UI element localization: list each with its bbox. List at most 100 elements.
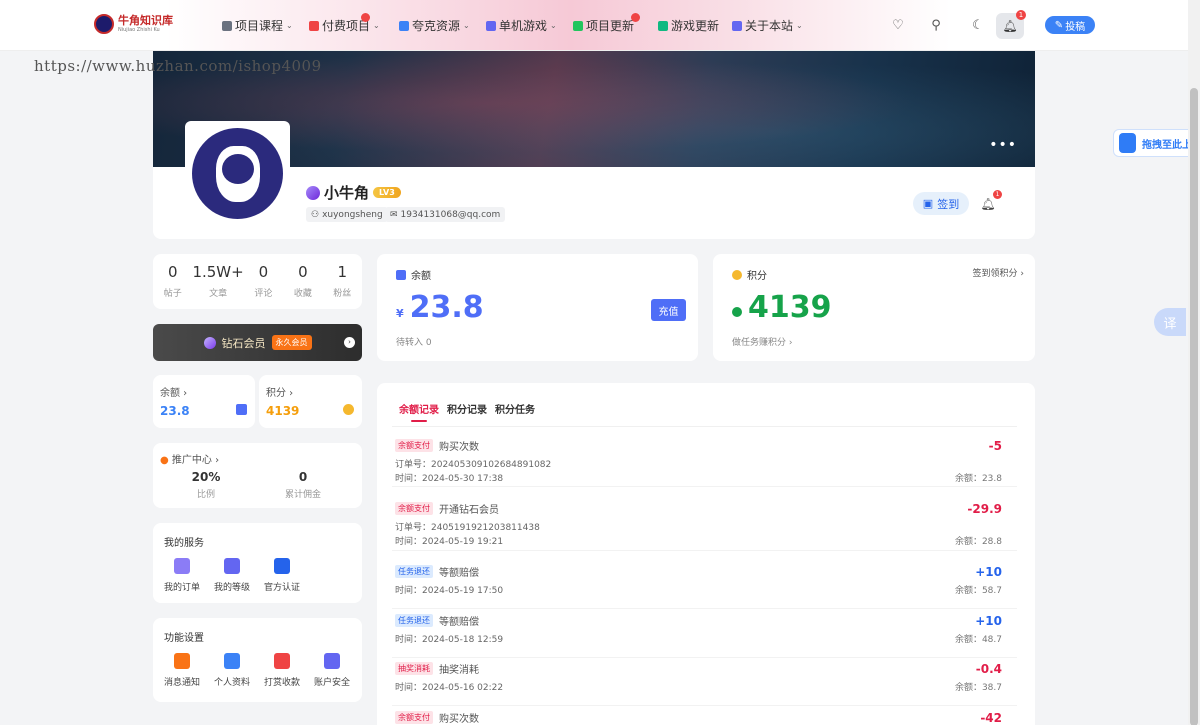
promo-ratio-label: 比例 <box>196 490 215 500</box>
balance-card: 余额 ¥ 23.8 待转入 0 充值 <box>377 254 698 361</box>
record-time: 时间：2024-05-19 19:21 <box>395 537 504 547</box>
nav-item-icon <box>486 20 496 31</box>
chevron-down-icon: ⌄ <box>796 21 803 30</box>
recharge-button[interactable]: 充值 <box>651 299 686 321</box>
record-time: 时间：2024-05-30 17:38 <box>395 474 504 484</box>
mini-balance-card[interactable]: 余额 › 23.8 <box>153 375 255 428</box>
nav-badge <box>360 13 370 22</box>
drag-upload-widget[interactable]: 拖拽至此上传 <box>1113 129 1200 157</box>
nav-item-1[interactable]: 付费项目 ⌄ <box>309 13 380 34</box>
record-amount: -5 <box>988 439 1002 453</box>
records-tab-2[interactable]: 积分任务 <box>495 401 535 416</box>
nav-item-0[interactable]: 项目课程 ⌄ <box>222 17 293 34</box>
record-tag: 余额支付 <box>395 502 433 515</box>
stats-card: 0 帖子 1.5W+ 文章 0 评论 0 收藏 1 粉丝 <box>153 254 362 309</box>
logo-subtitle: Niujiao Zhishi Ku <box>118 27 160 33</box>
scrollbar-thumb[interactable] <box>1190 88 1198 725</box>
records-card: 余额记录 积分记录 积分任务 余额支付 购买次数 -5 订单号：2024053091026… <box>377 383 1035 725</box>
dark-mode-icon[interactable]: ☾ <box>968 15 988 35</box>
mini-balance-value: 23.8 <box>160 404 190 418</box>
profile-name-row: 小牛角 LV3 <box>306 182 401 203</box>
diamond-vip-icon <box>306 185 320 200</box>
services-item-1[interactable]: 我的等级 <box>207 558 257 593</box>
stat-item[interactable]: 0 评论 <box>244 254 283 309</box>
avatar[interactable] <box>185 121 290 226</box>
records-tabs: 余额记录 积分记录 积分任务 <box>399 401 535 422</box>
settings-item-2[interactable]: 打赏收款 <box>257 653 307 688</box>
settings-title: 功能设置 <box>164 633 204 644</box>
vip-label: 钻石会员 <box>221 336 266 350</box>
shield-icon <box>324 653 340 669</box>
wallet-icon <box>236 404 247 415</box>
settings-item-1[interactable]: 个人资料 <box>207 653 257 688</box>
cloud-icon <box>1119 133 1136 153</box>
my-services-card: 我的服务 我的订单 我的等级 官方认证 <box>153 523 362 603</box>
promo-commission: 0 累计佣金 <box>253 470 353 500</box>
settings-item-label: 账户安全 <box>313 678 350 688</box>
mini-points-value: 4139 <box>266 404 300 418</box>
nav-item-label: 夸克资源 <box>412 19 461 33</box>
gift-icon <box>274 653 290 669</box>
nav-item-label: 关于本站 <box>745 19 794 33</box>
sign-in-label: 签到 <box>937 197 960 211</box>
record-row[interactable]: 任务退还 等额赔偿 +10 时间：2024-05-18 12:59 余额：48.7 <box>392 614 1017 658</box>
vip-membership-bar[interactable]: 钻石会员 永久会员 › <box>153 324 362 361</box>
search-icon[interactable]: ⚲ <box>926 15 946 35</box>
settings-item-0[interactable]: 消息通知 <box>157 653 207 688</box>
nav-item-4[interactable]: 项目更新 <box>573 13 641 34</box>
record-row[interactable]: 余额支付 购买次数 -42 <box>392 711 1017 725</box>
chevron-down-icon: ⌄ <box>550 21 557 30</box>
pencil-icon: ✎ <box>1054 19 1064 31</box>
nav-item-5[interactable]: 游戏更新 <box>658 17 719 34</box>
services-item-0[interactable]: 我的订单 <box>157 558 207 593</box>
balance-pending: 待转入 0 <box>396 338 432 348</box>
stat-item[interactable]: 1 粉丝 <box>323 254 362 309</box>
mini-points-label: 积分 › <box>266 388 294 399</box>
stat-item[interactable]: 0 帖子 <box>153 254 192 309</box>
stat-number: 0 <box>167 263 178 281</box>
theme-hint-icon[interactable]: ♡ <box>888 15 908 35</box>
balance-title: 余额 <box>411 271 431 282</box>
site-logo[interactable]: 牛角知识库 Niujiao Zhishi Ku <box>94 14 173 34</box>
promo-commission-label: 累计佣金 <box>284 490 321 500</box>
record-row[interactable]: 任务退还 等额赔偿 +10 时间：2024-05-19 17:50 余额：58.7 <box>392 565 1017 609</box>
settings-item-3[interactable]: 账户安全 <box>307 653 357 688</box>
nav-item-2[interactable]: 夸克资源 ⌄ <box>399 17 470 34</box>
profile-bell-button[interactable]: 🔔︎ 1 <box>978 190 1002 214</box>
stat-item[interactable]: 0 收藏 <box>283 254 322 309</box>
record-time: 时间：2024-05-16 02:22 <box>395 683 504 693</box>
nav-item-label: 项目更新 <box>586 19 635 33</box>
sign-in-button[interactable]: ▣ 签到 <box>913 192 969 215</box>
sign-in-points-link[interactable]: 签到领积分 › <box>973 266 1024 279</box>
records-tab-1[interactable]: 积分记录 <box>447 401 487 416</box>
page-scrollbar[interactable] <box>1188 0 1200 725</box>
coins-icon <box>343 404 354 415</box>
diamond-icon <box>203 336 216 349</box>
mini-points-card[interactable]: 积分 › 4139 <box>259 375 362 428</box>
records-tab-0[interactable]: 余额记录 <box>399 401 439 422</box>
mail-icon: ✉ <box>390 209 398 220</box>
nav-item-icon <box>399 20 409 31</box>
nav-item-6[interactable]: 关于本站 ⌄ <box>732 17 803 34</box>
promotion-center-card: ● 推广中心 › 20% 比例 0 累计佣金 <box>153 443 362 508</box>
settings-card: 功能设置 消息通知 个人资料 打赏收款 账户安全 <box>153 618 362 702</box>
post-button[interactable]: ✎ 投稿 <box>1045 16 1095 34</box>
nav-item-3[interactable]: 单机游戏 ⌄ <box>486 17 557 34</box>
record-balance: 余额：38.7 <box>954 683 1002 693</box>
stat-number: 0 <box>258 263 269 281</box>
stat-item[interactable]: 1.5W+ 文章 <box>192 254 243 309</box>
notification-bell-button[interactable]: 🔔︎ 1 <box>996 10 1026 39</box>
record-tag: 抽奖消耗 <box>395 662 433 675</box>
record-row[interactable]: 余额支付 开通钻石会员 -29.9 订单号：2405191921203811438 时间… <box>392 502 1017 551</box>
profile-icon <box>224 653 240 669</box>
services-item-2[interactable]: 官方认证 <box>257 558 307 593</box>
earn-points-link[interactable]: 做任务赚积分 › <box>732 335 792 348</box>
record-row[interactable]: 抽奖消耗 抽奖消耗 -0.4 时间：2024-05-16 02:22 余额：38.7 <box>392 662 1017 706</box>
bell-icon: 🔔︎ <box>980 197 996 211</box>
record-balance: 余额：28.8 <box>954 537 1002 547</box>
more-options-icon[interactable]: ••• <box>989 137 1017 153</box>
promotion-center-link[interactable]: ● 推广中心 › <box>160 451 219 466</box>
record-row[interactable]: 余额支付 购买次数 -5 订单号：20240530910268489​1082 时间：2… <box>392 439 1017 487</box>
translate-button[interactable]: 译 <box>1154 308 1186 336</box>
promo-icon: ● <box>160 455 169 466</box>
